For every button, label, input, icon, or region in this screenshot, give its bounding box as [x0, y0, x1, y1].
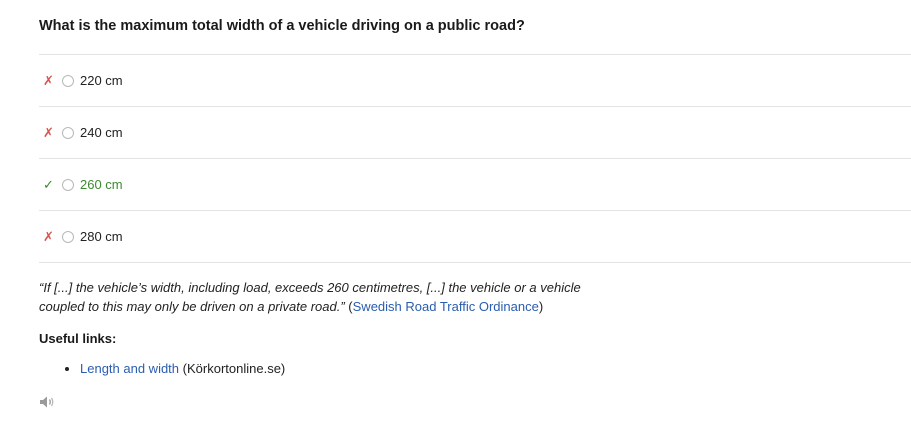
radio-button[interactable] [62, 74, 74, 87]
radio-button[interactable] [62, 230, 74, 243]
useful-links-heading: Useful links: [39, 331, 117, 346]
wrong-mark-icon: ✗ [43, 124, 54, 140]
list-item: Length and width (Körkortonline.se) [80, 361, 285, 377]
answer-option[interactable]: ✓ 260 cm [39, 158, 911, 210]
length-width-link[interactable]: Length and width [80, 361, 179, 376]
link-source: (Körkortonline.se) [182, 361, 286, 376]
source-close-paren: ) [538, 299, 544, 314]
answer-option[interactable]: ✗ 240 cm [39, 106, 911, 158]
option-label: 240 cm [80, 125, 123, 140]
radio-button[interactable] [62, 178, 74, 191]
source-link[interactable]: Swedish Road Traffic Ordinance [353, 299, 539, 314]
speaker-icon[interactable] [39, 395, 57, 409]
wrong-mark-icon: ✗ [43, 72, 54, 88]
question-text: What is the maximum total width of a veh… [39, 18, 525, 34]
wrong-mark-icon: ✗ [43, 228, 54, 244]
correct-mark-icon: ✓ [43, 176, 54, 192]
radio-button[interactable] [62, 126, 74, 139]
useful-links-list: Length and width (Körkortonline.se) [39, 361, 285, 377]
explanation: “If [...] the vehicle’s width, including… [39, 278, 619, 316]
option-label: 280 cm [80, 229, 123, 244]
answer-option[interactable]: ✗ 280 cm [39, 210, 911, 263]
answer-options: ✗ 220 cm ✗ 240 cm ✓ 260 cm ✗ 280 cm [39, 54, 911, 263]
answer-option[interactable]: ✗ 220 cm [39, 54, 911, 106]
option-label: 220 cm [80, 73, 123, 88]
option-label: 260 cm [80, 177, 123, 192]
